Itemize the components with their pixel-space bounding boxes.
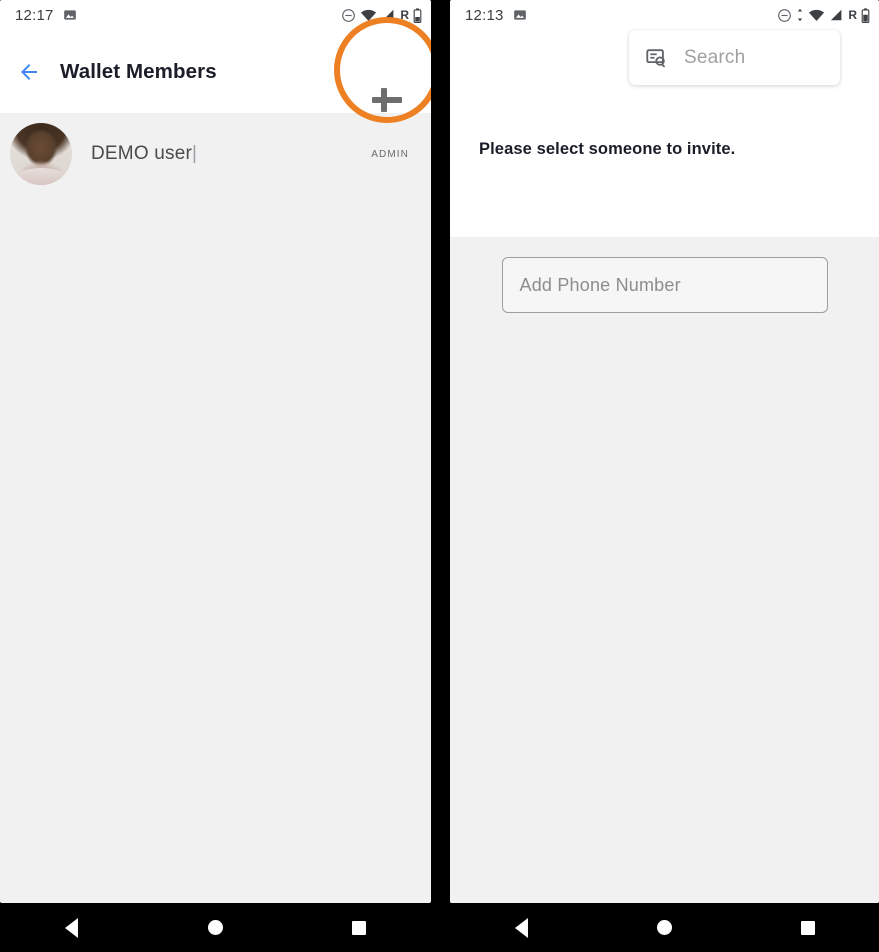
nav-back-icon bbox=[65, 917, 79, 938]
status-left-icons bbox=[63, 8, 77, 22]
signal-icon bbox=[831, 9, 842, 21]
roaming-r-icon: R bbox=[848, 8, 857, 22]
nav-back-button[interactable] bbox=[42, 908, 102, 948]
status-bar-left: 12:17 R bbox=[0, 0, 431, 30]
nav-recents-icon bbox=[800, 920, 815, 935]
nav-recents-button[interactable] bbox=[329, 908, 389, 948]
status-time: 12:13 bbox=[465, 6, 504, 24]
phone-panel-wallet-members: 12:17 R Wallet Members DEMO user| ADMIN bbox=[0, 0, 431, 903]
status-bar-right: 12:13 R bbox=[450, 0, 879, 30]
table-row[interactable]: DEMO user| ADMIN bbox=[0, 113, 431, 195]
status-badge: ADMIN bbox=[371, 148, 409, 160]
do-not-disturb-icon bbox=[342, 8, 356, 22]
wifi-icon bbox=[361, 9, 377, 21]
member-name: DEMO user| bbox=[91, 143, 197, 165]
phone-panel-invites: 12:13 R Search Please select someone to … bbox=[450, 0, 879, 903]
status-time: 12:17 bbox=[15, 6, 54, 24]
nav-back-icon bbox=[515, 917, 528, 938]
dual-screenshot-canvas: 12:17 R Wallet Members DEMO user| ADMIN … bbox=[0, 0, 879, 952]
nav-back-button[interactable] bbox=[492, 908, 552, 948]
image-icon bbox=[513, 10, 526, 20]
app-bar-left: Wallet Members bbox=[0, 30, 431, 113]
search-placeholder: Search bbox=[684, 46, 746, 68]
nav-home-button[interactable] bbox=[185, 908, 245, 948]
image-icon bbox=[63, 10, 76, 20]
battery-icon bbox=[861, 7, 870, 23]
do-not-disturb-icon bbox=[778, 8, 792, 22]
android-nav-bar-left bbox=[0, 903, 431, 952]
roaming-r-icon: R bbox=[400, 8, 409, 22]
status-left-icons bbox=[513, 8, 527, 22]
avatar bbox=[10, 123, 72, 185]
nav-recents-icon bbox=[352, 920, 367, 935]
back-arrow-icon[interactable] bbox=[17, 60, 41, 84]
add-phone-number-placeholder: Add Phone Number bbox=[519, 274, 681, 295]
invite-prompt-text: Please select someone to invite. bbox=[479, 140, 736, 158]
wifi-icon bbox=[809, 9, 825, 21]
member-name-truncation-marker: | bbox=[192, 143, 198, 164]
search-input[interactable]: Search bbox=[629, 30, 840, 85]
signal-icon bbox=[383, 9, 394, 21]
data-transfer-icon bbox=[798, 8, 803, 22]
plus-icon-vertical bbox=[381, 88, 387, 112]
invite-prompt-section: Please select someone to invite. bbox=[450, 87, 879, 237]
nav-home-icon bbox=[657, 920, 672, 935]
status-right-icons: R bbox=[341, 7, 422, 23]
nav-recents-button[interactable] bbox=[778, 908, 838, 948]
nav-home-icon bbox=[207, 920, 223, 935]
search-contact-icon bbox=[646, 48, 665, 67]
invite-body: Add Phone Number bbox=[450, 237, 879, 903]
battery-icon bbox=[413, 7, 422, 23]
wallet-members-list: DEMO user| ADMIN bbox=[0, 113, 431, 195]
plus-icon-horizontal bbox=[372, 97, 402, 103]
status-right-icons: R bbox=[777, 7, 870, 23]
member-name-text: DEMO user bbox=[91, 143, 193, 164]
android-nav-bar-right bbox=[450, 903, 879, 952]
add-phone-number-input[interactable]: Add Phone Number bbox=[501, 257, 828, 313]
page-title: Wallet Members bbox=[60, 59, 217, 83]
add-member-button[interactable] bbox=[369, 82, 405, 118]
nav-home-button[interactable] bbox=[635, 908, 695, 948]
